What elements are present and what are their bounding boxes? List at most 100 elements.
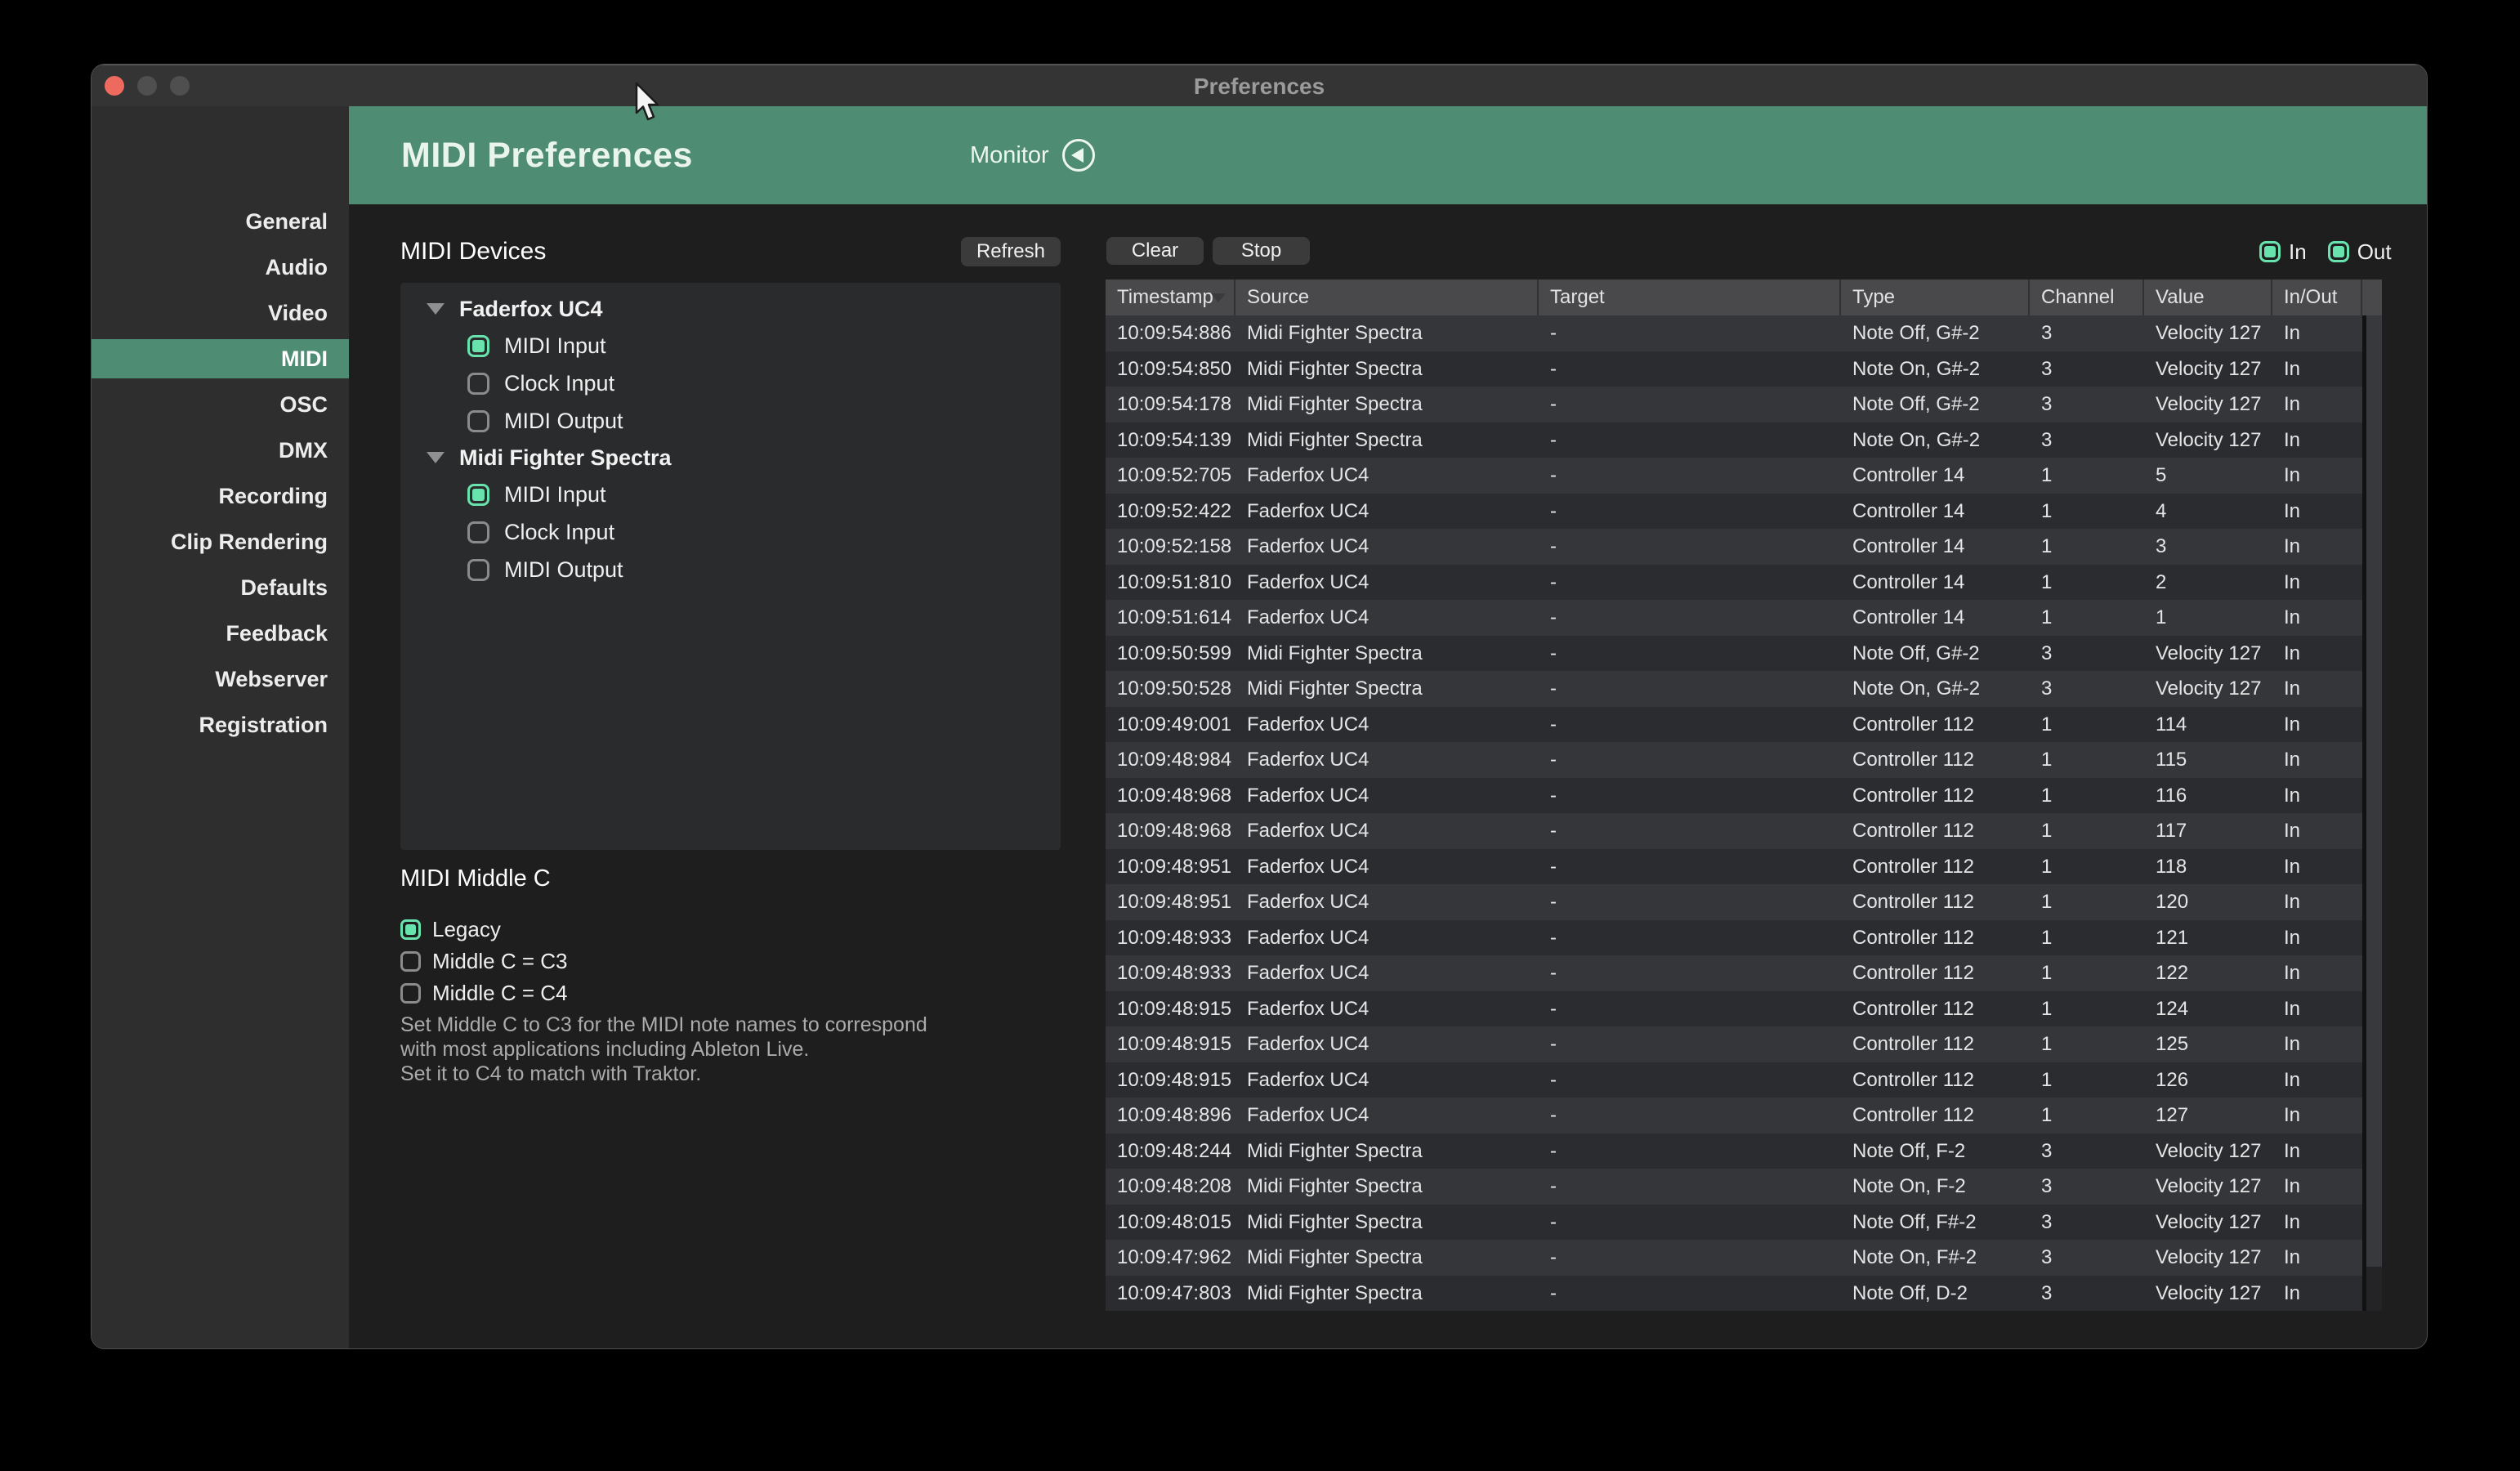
stop-button[interactable]: Stop	[1213, 237, 1310, 265]
checked-checkbox[interactable]	[467, 335, 489, 357]
checked-checkbox[interactable]	[467, 484, 489, 506]
monitor-toggle-button[interactable]: Monitor	[970, 106, 1095, 204]
table-row[interactable]: 10:09:51:614Faderfox UC4-Controller 1411…	[1106, 600, 2362, 636]
table-row[interactable]: 10:09:54:886Midi Fighter Spectra-Note Of…	[1106, 315, 2362, 351]
table-row[interactable]: 10:09:48:951Faderfox UC4-Controller 1121…	[1106, 849, 2362, 885]
cell-source: Faderfox UC4	[1235, 884, 1539, 920]
table-row[interactable]: 10:09:51:810Faderfox UC4-Controller 1412…	[1106, 565, 2362, 601]
refresh-button[interactable]: Refresh	[961, 237, 1061, 266]
column-header-channel[interactable]: Channel	[2030, 279, 2144, 315]
unchecked-checkbox[interactable]	[400, 951, 421, 972]
cell-target: -	[1539, 955, 1841, 991]
table-row[interactable]: 10:09:54:850Midi Fighter Spectra-Note On…	[1106, 351, 2362, 387]
cell-timestamp: 10:09:48:244	[1106, 1133, 1235, 1169]
column-header-target[interactable]: Target	[1539, 279, 1841, 315]
table-row[interactable]: 10:09:48:951Faderfox UC4-Controller 1121…	[1106, 884, 2362, 920]
column-header-type[interactable]: Type	[1841, 279, 2030, 315]
table-row[interactable]: 10:09:50:528Midi Fighter Spectra-Note On…	[1106, 671, 2362, 707]
monitor-label: Monitor	[970, 142, 1049, 169]
table-row[interactable]: 10:09:48:968Faderfox UC4-Controller 1121…	[1106, 778, 2362, 814]
cell-target: -	[1539, 671, 1841, 707]
unchecked-checkbox[interactable]	[400, 983, 421, 1004]
column-header-timestamp[interactable]: Timestamp	[1106, 279, 1235, 315]
table-row[interactable]: 10:09:48:984Faderfox UC4-Controller 1121…	[1106, 742, 2362, 778]
cell-value: 125	[2144, 1026, 2272, 1062]
table-row[interactable]: 10:09:52:705Faderfox UC4-Controller 1415…	[1106, 458, 2362, 494]
checked-checkbox[interactable]	[400, 919, 421, 940]
table-row[interactable]: 10:09:48:968Faderfox UC4-Controller 1121…	[1106, 813, 2362, 849]
table-row[interactable]: 10:09:48:915Faderfox UC4-Controller 1121…	[1106, 1026, 2362, 1062]
sidebar-item-registration[interactable]: Registration	[92, 705, 349, 744]
table-row[interactable]: 10:09:52:422Faderfox UC4-Controller 1414…	[1106, 494, 2362, 530]
help-line: Set it to C4 to match with Traktor.	[400, 1062, 956, 1086]
table-row[interactable]: 10:09:52:158Faderfox UC4-Controller 1413…	[1106, 529, 2362, 565]
sidebar-item-clip-rendering[interactable]: Clip Rendering	[92, 522, 349, 561]
table-row[interactable]: 10:09:50:599Midi Fighter Spectra-Note Of…	[1106, 636, 2362, 672]
column-header-source[interactable]: Source	[1235, 279, 1539, 315]
device-option-clock-input: Clock Input	[400, 513, 1061, 551]
sidebar-item-video[interactable]: Video	[92, 293, 349, 333]
table-row[interactable]: 10:09:48:244Midi Fighter Spectra-Note Of…	[1106, 1133, 2362, 1169]
filter-out-checkbox[interactable]	[2328, 241, 2349, 262]
unchecked-checkbox[interactable]	[467, 410, 489, 432]
column-header-value[interactable]: Value	[2144, 279, 2272, 315]
sidebar-item-webserver[interactable]: Webserver	[92, 659, 349, 699]
cell-channel: 1	[2030, 600, 2144, 636]
midi-monitor-table: TimestampSourceTargetTypeChannelValueIn/…	[1106, 279, 2382, 1312]
table-row[interactable]: 10:09:48:015Midi Fighter Spectra-Note Of…	[1106, 1205, 2362, 1241]
cell-timestamp: 10:09:47:803	[1106, 1276, 1235, 1312]
cell-type: Controller 112	[1841, 742, 2030, 778]
cell-type: Note Off, G#-2	[1841, 387, 2030, 423]
table-row[interactable]: 10:09:47:803Midi Fighter Spectra-Note Of…	[1106, 1276, 2362, 1312]
unchecked-checkbox[interactable]	[467, 521, 489, 543]
sidebar-item-feedback[interactable]: Feedback	[92, 614, 349, 653]
table-row[interactable]: 10:09:49:001Faderfox UC4-Controller 1121…	[1106, 707, 2362, 743]
cell-channel: 1	[2030, 991, 2144, 1027]
cell-target: -	[1539, 813, 1841, 849]
sidebar-item-osc[interactable]: OSC	[92, 385, 349, 424]
cell-timestamp: 10:09:48:915	[1106, 991, 1235, 1027]
table-scrollbar-track[interactable]	[2366, 315, 2382, 1311]
cell-value: Velocity 127	[2144, 671, 2272, 707]
filter-in-checkbox[interactable]	[2259, 241, 2281, 262]
sidebar-item-general[interactable]: General	[92, 202, 349, 241]
sidebar-item-audio[interactable]: Audio	[92, 248, 349, 287]
table-row[interactable]: 10:09:48:933Faderfox UC4-Controller 1121…	[1106, 955, 2362, 991]
cell-in-out: In	[2272, 1205, 2362, 1241]
cell-value: Velocity 127	[2144, 387, 2272, 423]
cell-type: Note Off, F-2	[1841, 1133, 2030, 1169]
table-row[interactable]: 10:09:54:139Midi Fighter Spectra-Note On…	[1106, 423, 2362, 458]
cell-type: Note On, F-2	[1841, 1169, 2030, 1205]
table-row[interactable]: 10:09:48:208Midi Fighter Spectra-Note On…	[1106, 1169, 2362, 1205]
middle-c-help-text: Set Middle C to C3 for the MIDI note nam…	[400, 1013, 956, 1086]
table-row[interactable]: 10:09:47:962Midi Fighter Spectra-Note On…	[1106, 1240, 2362, 1276]
disclosure-triangle-icon[interactable]	[427, 452, 445, 463]
sidebar-item-recording[interactable]: Recording	[92, 476, 349, 516]
sidebar-item-defaults[interactable]: Defaults	[92, 568, 349, 607]
cell-channel: 1	[2030, 920, 2144, 956]
cell-in-out: In	[2272, 458, 2362, 494]
table-row[interactable]: 10:09:48:915Faderfox UC4-Controller 1121…	[1106, 991, 2362, 1027]
clear-button[interactable]: Clear	[1106, 237, 1204, 265]
titlebar[interactable]: Preferences	[92, 65, 2427, 107]
table-row[interactable]: 10:09:48:896Faderfox UC4-Controller 1121…	[1106, 1098, 2362, 1133]
cell-timestamp: 10:09:52:158	[1106, 529, 1235, 565]
column-header-in-out[interactable]: In/Out	[2272, 279, 2362, 315]
cell-source: Midi Fighter Spectra	[1235, 1205, 1539, 1241]
cell-in-out: In	[2272, 778, 2362, 814]
table-row[interactable]: 10:09:48:933Faderfox UC4-Controller 1121…	[1106, 920, 2362, 956]
sidebar-item-dmx[interactable]: DMX	[92, 431, 349, 470]
cell-in-out: In	[2272, 813, 2362, 849]
unchecked-checkbox[interactable]	[467, 559, 489, 581]
cell-in-out: In	[2272, 351, 2362, 387]
table-row[interactable]: 10:09:54:178Midi Fighter Spectra-Note Of…	[1106, 387, 2362, 423]
sidebar-item-midi[interactable]: MIDI	[92, 339, 349, 378]
cell-value: 5	[2144, 458, 2272, 494]
device-option-clock-input: Clock Input	[400, 364, 1061, 402]
table-scrollbar-thumb[interactable]	[2366, 315, 2382, 1267]
cell-value: 120	[2144, 884, 2272, 920]
table-row[interactable]: 10:09:48:915Faderfox UC4-Controller 1121…	[1106, 1062, 2362, 1098]
unchecked-checkbox[interactable]	[467, 373, 489, 395]
cell-type: Controller 14	[1841, 565, 2030, 601]
disclosure-triangle-icon[interactable]	[427, 303, 445, 315]
